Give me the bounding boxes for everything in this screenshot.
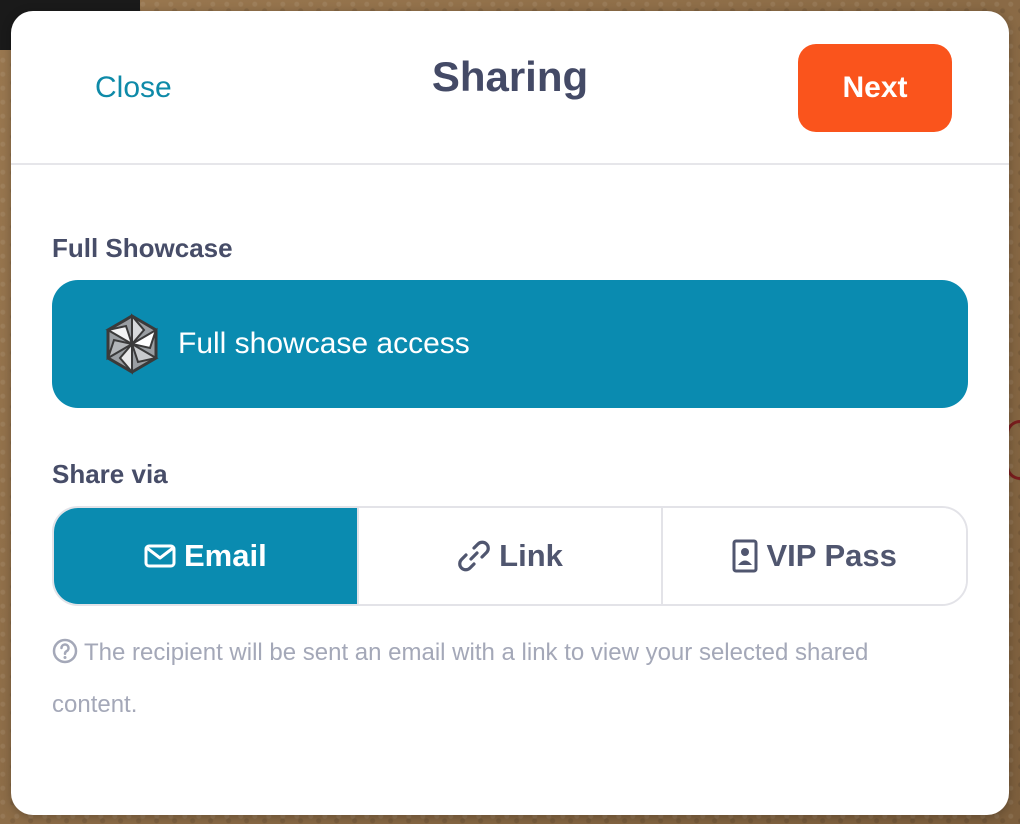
showcase-logo-icon: [100, 312, 164, 376]
share-via-vip-pass-tab[interactable]: VIP Pass: [663, 508, 966, 604]
envelope-icon: [144, 544, 176, 568]
help-text: The recipient will be sent an email with…: [52, 639, 869, 718]
share-via-label: Share via: [52, 459, 168, 489]
sharing-modal: Close Sharing Next Full Showcase Full sh…: [11, 11, 1009, 815]
badge-icon: [732, 539, 758, 573]
full-showcase-access-label: Full showcase access: [178, 327, 470, 360]
help-note: The recipient will be sent an email with…: [52, 629, 952, 729]
share-via-email-label: Email: [183, 538, 267, 573]
full-showcase-access-option[interactable]: Full showcase access: [52, 280, 968, 408]
share-via-link-tab[interactable]: Link: [358, 508, 664, 604]
next-button[interactable]: Next: [798, 44, 952, 132]
share-via-link-label: Link: [499, 538, 563, 573]
question-icon: [52, 633, 78, 681]
link-icon: [457, 539, 491, 573]
full-showcase-label: Full Showcase: [52, 233, 233, 263]
share-method-selector: Email Link VIP Pass: [52, 506, 968, 606]
modal-header: Close Sharing Next: [11, 11, 1009, 165]
share-via-vip-pass-label: VIP Pass: [766, 538, 897, 573]
share-via-email-tab[interactable]: Email: [54, 508, 359, 604]
